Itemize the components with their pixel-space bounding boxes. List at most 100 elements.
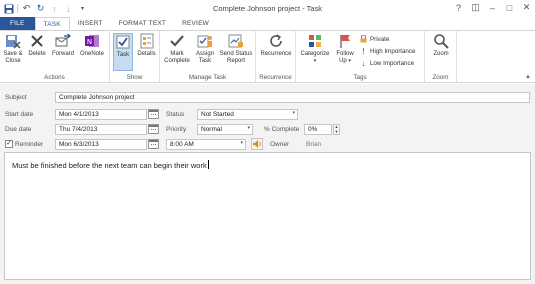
flag-icon — [337, 33, 353, 49]
tab-insert[interactable]: INSERT — [70, 17, 111, 30]
group-label-zoom: Zoom — [432, 74, 449, 81]
title-bar: ↶ ↻ ↑ ↓ ▾ Complete Johnson project - Tas… — [0, 0, 535, 17]
send-status-label-1: Send Status — [219, 51, 253, 57]
status-chevron-down-icon: ▾ — [292, 110, 295, 116]
task-form: Subject Complete Johnson project Start d… — [0, 84, 535, 284]
task-body-editor[interactable]: Must be finished before the next team ca… — [4, 152, 531, 280]
lock-icon — [360, 35, 367, 43]
tab-review[interactable]: REVIEW — [174, 17, 217, 30]
send-status-report-button[interactable]: Send Status Report — [218, 33, 254, 65]
delete-label: Delete — [28, 51, 46, 57]
group-label-show: Show — [126, 74, 143, 81]
percent-complete-label: % Complete — [264, 126, 300, 133]
forward-button[interactable]: Forward — [50, 33, 76, 58]
exclamation-icon: ! — [362, 47, 365, 56]
owner-label: Owner — [270, 141, 290, 148]
recurrence-label: Recurrence — [260, 51, 292, 57]
categorize-dropdown-icon: ▾ — [313, 58, 317, 64]
details-icon — [139, 33, 155, 49]
reminder-sound-icon[interactable] — [251, 138, 263, 150]
recurrence-button[interactable]: Recurrence — [258, 33, 294, 58]
private-label: Private — [370, 35, 390, 43]
mark-complete-label-2: Complete — [164, 58, 190, 64]
status-value: Not Started — [201, 111, 234, 118]
forward-icon — [55, 33, 71, 49]
zoom-button[interactable]: Zoom — [429, 33, 453, 58]
save-close-label-2: Close — [5, 58, 21, 64]
send-status-label-2: Report — [226, 58, 245, 64]
save-close-icon — [5, 33, 21, 49]
group-label-actions: Actions — [44, 74, 65, 81]
due-date-field[interactable]: Thu 7/4/2013 — [55, 124, 147, 135]
priority-dropdown[interactable]: Normal ▾ — [197, 124, 253, 135]
recurrence-icon — [268, 33, 284, 49]
group-label-manage-task: Manage Task — [188, 74, 227, 81]
ribbon-display-button[interactable]: ◫ — [467, 0, 484, 15]
due-date-calendar-icon[interactable] — [148, 124, 159, 134]
group-tags: Categorize ▾ Follow Up ▾ Private ! High … — [296, 31, 425, 82]
assign-task-icon — [197, 33, 213, 49]
start-date-label: Start date — [5, 111, 34, 118]
percent-complete-field[interactable]: 0% — [304, 124, 332, 135]
task-view-label: Task — [116, 52, 130, 58]
assign-task-label-1: Assign — [195, 51, 214, 57]
save-close-label-1: Save & — [3, 51, 23, 57]
onenote-icon: N — [84, 33, 100, 49]
delete-icon — [29, 33, 45, 49]
high-importance-button[interactable]: ! High Importance — [360, 47, 415, 56]
assign-task-label-2: Task — [198, 58, 212, 64]
follow-up-button[interactable]: Follow Up ▾ — [334, 33, 356, 65]
ribbon-tabs: FILE TASK INSERT FORMAT TEXT REVIEW — [0, 17, 535, 30]
percent-complete-stepper[interactable]: ▲ ▼ — [333, 124, 340, 135]
reminder-checkbox[interactable]: ✓ — [5, 140, 13, 148]
close-button[interactable]: ✕ — [518, 0, 535, 15]
down-arrow-icon: ↓ — [361, 59, 366, 68]
checkmark-icon — [169, 33, 185, 49]
owner-value: Brian — [306, 141, 322, 148]
reminder-date-field[interactable]: Mon 6/3/2013 — [55, 139, 147, 150]
private-button[interactable]: Private — [360, 35, 389, 43]
status-report-icon — [228, 33, 244, 49]
low-importance-button[interactable]: ↓ Low Importance — [360, 59, 415, 68]
start-date-field[interactable]: Mon 4/1/2013 — [55, 109, 147, 120]
subject-label: Subject — [5, 94, 27, 101]
delete-button[interactable]: Delete — [26, 33, 48, 58]
subject-field[interactable]: Complete Johnson project — [55, 92, 530, 103]
onenote-button[interactable]: N OneNote — [78, 33, 106, 58]
text-caret — [207, 160, 209, 169]
group-label-recurrence: Recurrence — [259, 74, 292, 81]
details-button[interactable]: Details — [135, 33, 158, 58]
collapse-ribbon-icon[interactable]: ▲ — [525, 74, 531, 80]
follow-up-label-1: Follow — [336, 51, 354, 57]
reminder-time-dropdown[interactable]: 8:00 AM ▾ — [166, 139, 246, 150]
ribbon: Save & Close Delete Forward N OneNote Ac… — [0, 30, 535, 83]
mark-complete-button[interactable]: Mark Complete — [162, 33, 192, 65]
help-button[interactable]: ? — [450, 0, 467, 15]
group-label-tags: Tags — [353, 74, 367, 81]
start-date-calendar-icon[interactable] — [148, 109, 159, 119]
group-show: Task Details Show — [110, 31, 160, 82]
details-label: Details — [137, 51, 156, 57]
maximize-button[interactable]: □ — [501, 0, 518, 15]
tab-task[interactable]: TASK — [34, 17, 70, 30]
reminder-date-calendar-icon[interactable] — [148, 139, 159, 149]
follow-up-label-2-wrap: Up ▾ — [334, 58, 356, 65]
minimize-button[interactable]: – — [484, 0, 501, 15]
categorize-button[interactable]: Categorize ▾ — [299, 33, 331, 65]
status-dropdown[interactable]: Not Started ▾ — [197, 109, 298, 120]
zoom-label: Zoom — [433, 51, 449, 57]
magnifier-icon — [433, 33, 449, 49]
body-text: Must be finished before the next team ca… — [12, 161, 207, 170]
high-importance-label: High Importance — [370, 48, 416, 55]
assign-task-button[interactable]: Assign Task — [193, 33, 217, 65]
group-zoom: Zoom Zoom — [425, 31, 457, 82]
follow-up-dropdown-icon: ▾ — [348, 58, 351, 64]
tab-format-text[interactable]: FORMAT TEXT — [111, 17, 174, 30]
task-view-button[interactable]: Task — [113, 33, 133, 71]
task-view-icon — [115, 34, 131, 50]
tab-file[interactable]: FILE — [0, 17, 35, 30]
low-importance-label: Low Importance — [370, 60, 415, 67]
categorize-label: Categorize — [300, 51, 330, 57]
save-close-button[interactable]: Save & Close — [2, 33, 24, 65]
status-label: Status — [166, 111, 185, 118]
